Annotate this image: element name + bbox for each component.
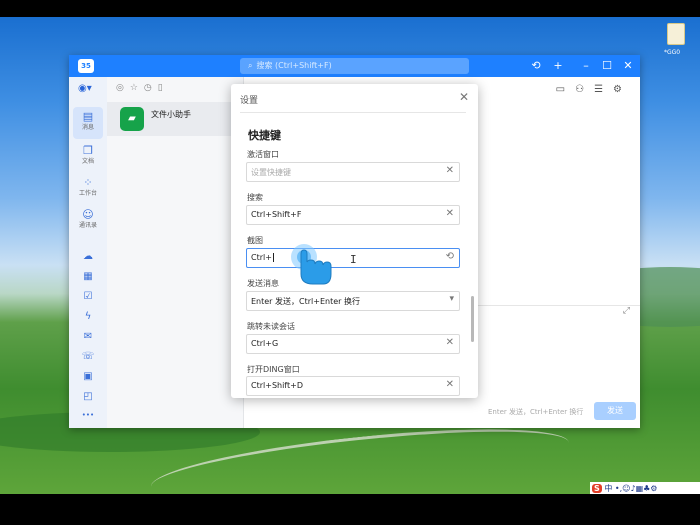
clear-icon[interactable]: ✕ bbox=[446, 379, 454, 390]
sidebar-item-label: 工作台 bbox=[78, 190, 97, 197]
field-label: 截图 bbox=[247, 236, 263, 245]
conversation-name: 文件小助手 bbox=[151, 110, 191, 119]
sidebar-item-contacts[interactable]: ☺ 通讯录 bbox=[73, 205, 103, 237]
field-value: Ctrl+G bbox=[251, 339, 279, 348]
field-label: 搜索 bbox=[247, 193, 263, 202]
ime-mode[interactable]: 中 bbox=[604, 484, 612, 493]
todo-icon[interactable]: ☑ bbox=[81, 290, 95, 304]
send-hint: Enter 发送，Ctrl+Enter 换行 bbox=[488, 408, 584, 416]
sogou-icon: S bbox=[592, 484, 602, 493]
text-caret bbox=[272, 253, 274, 262]
meeting-icon[interactable]: ▣ bbox=[81, 370, 95, 384]
history-icon[interactable]: ⟲ bbox=[528, 58, 544, 74]
text-cursor-icon: I bbox=[350, 253, 357, 266]
select-value: Enter 发送，Ctrl+Enter 换行 bbox=[251, 297, 360, 306]
search-shortcut-field[interactable]: Ctrl+Shift+F ✕ bbox=[246, 205, 460, 225]
user-avatar-badge[interactable]: 35 bbox=[78, 59, 94, 73]
bottom-letterbox bbox=[0, 494, 700, 525]
sidebar-item-docs[interactable]: ❐ 文档 bbox=[73, 141, 103, 173]
left-sidebar: ◉▾ ▤ 消息 ❐ 文档 ⁘ 工作台 ☺ 通讯录 ☁ ▦ ☑ ϟ ✉ ☏ ▣ ◰… bbox=[69, 77, 107, 428]
field-value: Ctrl+Shift+D bbox=[251, 381, 303, 390]
section-title: 快捷键 bbox=[248, 129, 281, 142]
minimize-button[interactable]: – bbox=[578, 58, 594, 74]
send-button[interactable]: 发送 bbox=[594, 402, 636, 420]
workbench-icon: ⁘ bbox=[83, 176, 93, 189]
chevron-down-icon[interactable]: ▾ bbox=[449, 294, 454, 304]
dialog-title: 设置 bbox=[240, 96, 259, 106]
contacts-icon: ☺ bbox=[82, 208, 94, 221]
sidebar-item-workbench[interactable]: ⁘ 工作台 bbox=[73, 173, 103, 205]
expand-icon[interactable]: ⤢ bbox=[623, 306, 630, 316]
document-icon: ❐ bbox=[83, 144, 93, 157]
message-icon: ▤ bbox=[82, 110, 94, 123]
mail-icon[interactable]: ✉ bbox=[81, 330, 95, 344]
search-icon: ⌕ bbox=[248, 61, 253, 70]
cloud-icon[interactable]: ☁ bbox=[81, 250, 95, 264]
close-icon[interactable]: ✕ bbox=[459, 90, 469, 104]
clear-icon[interactable]: ✕ bbox=[446, 208, 454, 219]
global-search[interactable]: ⌕ 搜索 (Ctrl+Shift+F) bbox=[240, 58, 469, 74]
scrollbar-thumb[interactable] bbox=[471, 296, 474, 342]
calendar-icon[interactable]: ▦ bbox=[81, 270, 95, 284]
maximize-button[interactable]: ☐ bbox=[599, 58, 615, 74]
list-item[interactable]: ▰ 文件小助手 bbox=[107, 102, 244, 136]
sidebar-item-messages[interactable]: ▤ 消息 bbox=[73, 107, 103, 139]
field-value: Ctrl+ bbox=[251, 253, 274, 262]
chat-toolbar-icons[interactable]: ▭⚇☰⚙ bbox=[556, 84, 632, 95]
settings-dialog: 设置 ✕ 快捷键 激活窗口 设置快捷键 ✕ 搜索 Ctrl+Shift+F ✕ … bbox=[231, 84, 478, 398]
reset-icon[interactable]: ⟲ bbox=[446, 251, 454, 262]
desktop-file-icon[interactable] bbox=[667, 23, 685, 45]
field-label: 发送消息 bbox=[247, 279, 279, 288]
sidebar-item-label: 文档 bbox=[81, 158, 94, 165]
ime-tool-icons[interactable]: •,☺♪▦♣⚙ bbox=[615, 484, 658, 493]
top-letterbox bbox=[0, 0, 700, 17]
pointer-hand-icon bbox=[291, 244, 332, 285]
conversation-filter-icons[interactable]: ◎☆◷▯ bbox=[116, 83, 169, 93]
sidebar-item-label: 通讯录 bbox=[78, 222, 97, 229]
jump-unread-field[interactable]: Ctrl+G ✕ bbox=[246, 334, 460, 354]
clear-icon[interactable]: ✕ bbox=[446, 337, 454, 348]
send-message-select[interactable]: Enter 发送，Ctrl+Enter 换行 ▾ bbox=[246, 291, 460, 311]
field-placeholder: 设置快捷键 bbox=[251, 168, 291, 177]
profile-status-icon[interactable]: ◉▾ bbox=[78, 83, 100, 99]
field-label: 打开DING窗口 bbox=[247, 365, 300, 374]
field-value: Ctrl+Shift+F bbox=[251, 210, 302, 219]
activate-window-field[interactable]: 设置快捷键 ✕ bbox=[246, 162, 460, 182]
field-label: 跳转未读会话 bbox=[247, 322, 295, 331]
search-placeholder: 搜索 (Ctrl+Shift+F) bbox=[256, 61, 332, 70]
title-bar: 35 ⌕ 搜索 (Ctrl+Shift+F) ⟲ + – ☐ ✕ bbox=[69, 55, 640, 77]
clear-icon[interactable]: ✕ bbox=[446, 165, 454, 176]
field-label: 激活窗口 bbox=[247, 150, 279, 159]
more-icon[interactable]: ••• bbox=[81, 408, 95, 422]
ding-icon[interactable]: ϟ bbox=[81, 310, 95, 324]
box-icon[interactable]: ◰ bbox=[81, 390, 95, 404]
close-button[interactable]: ✕ bbox=[620, 58, 636, 74]
desktop-file-label: *GG0 bbox=[664, 49, 681, 56]
conversation-list: ◎☆◷▯ ▰ 文件小助手 bbox=[107, 77, 244, 428]
phone-icon[interactable]: ☏ bbox=[81, 350, 95, 364]
folder-icon: ▰ bbox=[120, 107, 144, 131]
sidebar-item-label: 消息 bbox=[81, 124, 94, 131]
open-ding-field[interactable]: Ctrl+Shift+D ✕ bbox=[246, 376, 460, 396]
field-text: Ctrl+ bbox=[251, 253, 272, 262]
add-button[interactable]: + bbox=[550, 58, 566, 74]
